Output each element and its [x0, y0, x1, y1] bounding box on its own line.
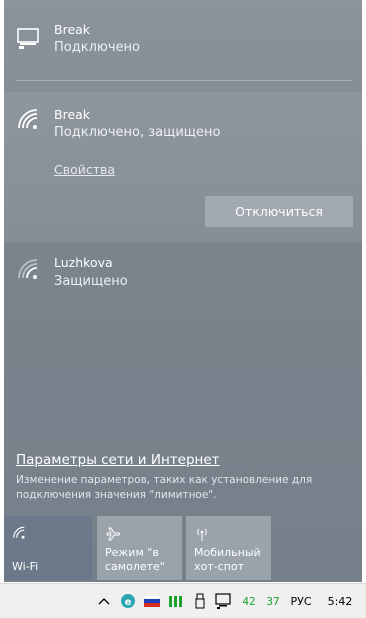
chevron-up-icon[interactable]	[96, 584, 112, 618]
tile-label: Режим "в самолете"	[105, 546, 165, 573]
airplane-icon	[105, 526, 121, 546]
wifi-network-status: Подключено, защищено	[54, 125, 221, 140]
russian-flag-icon[interactable]	[143, 584, 161, 618]
tile-label: Мобильный хот-спот	[194, 546, 261, 573]
network-settings-description: Изменение параметров, таких как установл…	[16, 474, 313, 501]
wifi-network-luzhkova[interactable]: Luzhkova Защищено	[4, 250, 362, 300]
mobile-hotspot-tile[interactable]: Мобильный хот-спот	[186, 516, 271, 580]
wifi-network-name: Break	[54, 107, 91, 122]
clock[interactable]: 5:42	[325, 584, 355, 618]
counter-b[interactable]: 37	[264, 584, 282, 618]
hotspot-icon	[194, 526, 210, 546]
wired-network-name: Break	[54, 22, 91, 37]
edge-icon[interactable]: e	[119, 584, 137, 618]
divider	[16, 80, 352, 81]
network-monitor-icon[interactable]	[214, 584, 234, 618]
airplane-mode-tile[interactable]: Режим "в самолете"	[97, 516, 182, 580]
wifi-icon	[16, 108, 40, 134]
taskbar: e 42 37 РУС 5:42	[0, 583, 366, 618]
wifi-network-name: Luzhkova	[54, 255, 113, 270]
wired-network-status: Подключено	[54, 40, 140, 55]
usb-device-icon[interactable]	[193, 584, 207, 618]
wifi-network-status: Защищено	[54, 274, 128, 289]
network-settings-link[interactable]: Параметры сети и Интернет	[16, 452, 220, 468]
tile-label: Wi-Fi	[12, 560, 39, 573]
properties-link[interactable]: Свойства	[54, 162, 115, 177]
wifi-icon	[12, 526, 26, 543]
svg-text:e: e	[125, 597, 132, 608]
counter-a[interactable]: 42	[240, 584, 258, 618]
wired-connection[interactable]: Break Подключено	[4, 14, 362, 66]
wifi-network-break[interactable]: Break Подключено, защищено Свойства Откл…	[4, 92, 362, 242]
wifi-weak-icon	[16, 258, 40, 284]
language-indicator[interactable]: РУС	[287, 584, 315, 618]
battery-bars-icon[interactable]	[167, 584, 185, 618]
disconnect-button[interactable]: Отключиться	[205, 196, 353, 227]
network-flyout: Break Подключено Break Подключено, защищ…	[4, 0, 362, 582]
ethernet-icon	[16, 28, 40, 54]
wifi-toggle-tile[interactable]: Wi-Fi	[4, 516, 92, 580]
